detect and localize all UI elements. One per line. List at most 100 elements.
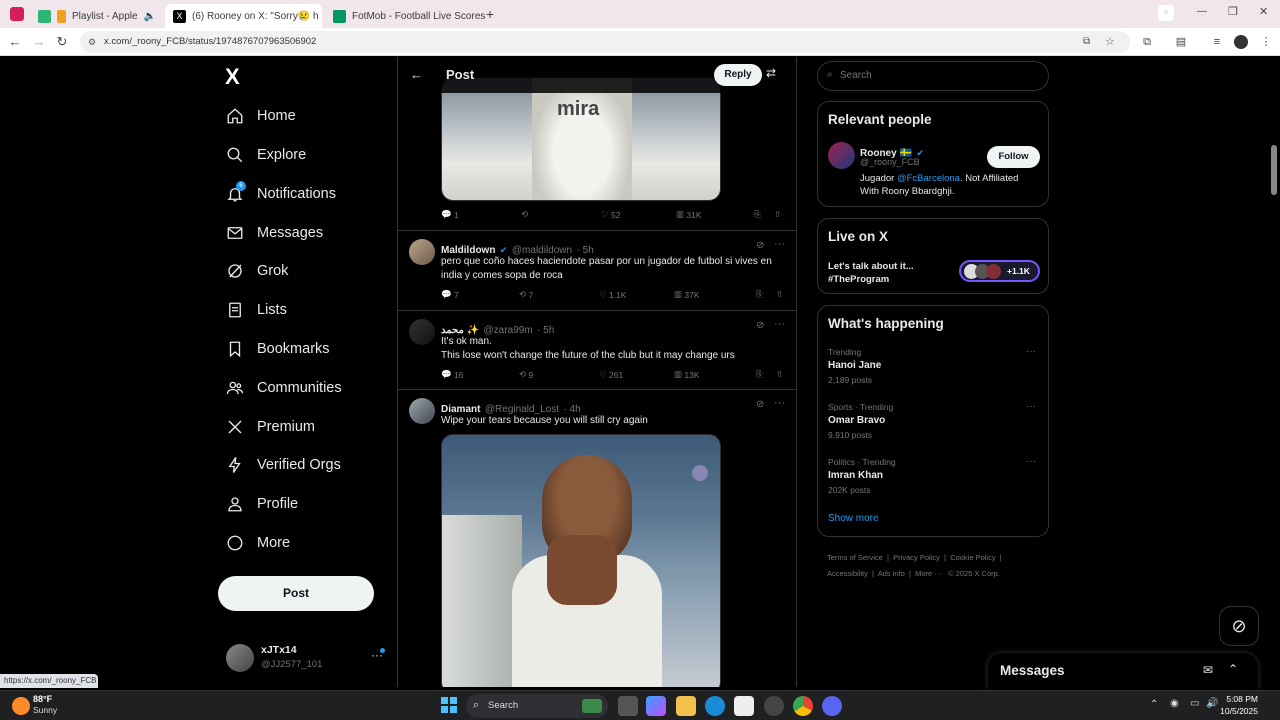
- expand-chevron-icon[interactable]: ⌃: [1228, 662, 1238, 676]
- bookmark-action[interactable]: ⎘: [754, 209, 774, 220]
- back-arrow-icon[interactable]: ←: [410, 67, 423, 82]
- bookmark-action[interactable]: ⎘: [756, 369, 776, 380]
- chatgpt-icon[interactable]: [764, 696, 784, 716]
- address-bar[interactable]: ⚙ x.com/_roony_FCB/status/19748767079635…: [80, 31, 1130, 53]
- file-explorer-icon[interactable]: [676, 696, 696, 716]
- views-action[interactable]: ▥ 31K: [676, 209, 754, 220]
- footer-link[interactable]: Privacy Policy: [893, 553, 940, 562]
- more-icon[interactable]: ···: [774, 238, 785, 250]
- taskbar-search[interactable]: ⌕ Search: [466, 694, 608, 718]
- back-button[interactable]: ←: [6, 33, 24, 51]
- nav-bookmarks[interactable]: Bookmarks: [225, 334, 330, 364]
- chrome-icon[interactable]: [793, 696, 813, 716]
- page-scrollbar[interactable]: [1268, 57, 1280, 690]
- reply-action[interactable]: 💬 7: [441, 289, 519, 300]
- search-box[interactable]: ⌕ Search: [817, 61, 1049, 91]
- live-space-hashtag[interactable]: #TheProgram: [828, 274, 889, 285]
- footer-link[interactable]: Cookie Policy: [950, 553, 995, 562]
- trend-item[interactable]: Trending Hanoi Jane 2,189 posts ···: [818, 344, 1048, 392]
- reply-action[interactable]: 💬 1: [441, 209, 521, 220]
- share-action[interactable]: ⇧: [776, 289, 783, 300]
- views-action[interactable]: ▥ 13K: [674, 369, 756, 380]
- follow-button[interactable]: Follow: [987, 146, 1040, 168]
- footer-link[interactable]: More ···: [915, 569, 942, 578]
- close-window-button[interactable]: ✕: [1259, 5, 1268, 18]
- user-avatar[interactable]: [409, 239, 435, 265]
- more-icon[interactable]: ···: [1026, 456, 1036, 467]
- repost-action[interactable]: ⟲: [521, 209, 601, 220]
- footer-link[interactable]: Accessibility: [827, 569, 868, 578]
- nav-lists[interactable]: Lists: [225, 295, 287, 325]
- person-avatar[interactable]: [828, 142, 855, 169]
- extensions-icon[interactable]: ⧉: [1139, 34, 1155, 50]
- profile-avatar[interactable]: [1234, 35, 1248, 49]
- discord-icon[interactable]: [822, 696, 842, 716]
- scrollbar-thumb[interactable]: [1271, 145, 1277, 195]
- clock-date[interactable]: 10/5/2025: [1220, 706, 1258, 716]
- copilot-icon[interactable]: [646, 696, 666, 716]
- like-action[interactable]: ♡ 1.1K: [599, 289, 674, 300]
- reply-tweet[interactable]: Maldildown ✔ @maldildown · 5h ⊘ ··· pero…: [398, 231, 796, 309]
- more-icon[interactable]: ···: [1026, 401, 1036, 412]
- close-tab-icon[interactable]: ✕: [319, 10, 322, 23]
- clock-time[interactable]: 5:08 PM: [1224, 694, 1258, 704]
- x-logo[interactable]: X: [225, 64, 240, 90]
- post-image[interactable]: [441, 434, 721, 687]
- user-avatar[interactable]: [409, 398, 435, 424]
- repost-action[interactable]: ⟲ 9: [519, 369, 599, 380]
- menu-icon[interactable]: ⋮: [1258, 34, 1274, 50]
- tab-x-post[interactable]: X (6) Rooney on X: "Sorry😢 h ✕: [165, 4, 322, 28]
- messages-drawer[interactable]: Messages ✉ ⌃: [988, 653, 1258, 690]
- new-message-icon[interactable]: ✉: [1203, 663, 1213, 677]
- account-switcher[interactable]: xJTx14 @JJ2577_101 ···: [226, 642, 391, 676]
- grok-floating-button[interactable]: ⊘: [1219, 606, 1259, 646]
- footer-link[interactable]: Terms of Service: [827, 553, 883, 562]
- reply-tweet[interactable]: Diamant @Reginald_Lost · 4h ⊘ ··· Wipe y…: [398, 390, 796, 687]
- browser-profile-icon[interactable]: [10, 7, 24, 21]
- live-participants[interactable]: +1.1K: [959, 260, 1040, 282]
- like-action[interactable]: ♡ 52: [601, 209, 676, 220]
- nav-profile[interactable]: Profile: [225, 489, 298, 519]
- nav-explore[interactable]: Explore: [225, 140, 306, 170]
- share-action[interactable]: ⇧: [774, 209, 781, 220]
- views-action[interactable]: ▥ 37K: [674, 289, 756, 300]
- sidebar-icon[interactable]: ▤: [1173, 34, 1189, 50]
- nav-notifications[interactable]: 6 Notifications: [225, 179, 336, 209]
- tab-apple-music[interactable]: Playlist - Apple 🔈 ✕: [30, 4, 162, 28]
- nav-premium[interactable]: Premium: [225, 412, 315, 442]
- nav-more[interactable]: More: [225, 528, 290, 558]
- show-more-link[interactable]: Show more: [828, 513, 879, 524]
- tray-app-icon[interactable]: ◉: [1170, 698, 1179, 709]
- reload-button[interactable]: ↻: [53, 33, 71, 51]
- edge-icon[interactable]: [705, 696, 725, 716]
- display-icon[interactable]: ▭: [1190, 698, 1199, 709]
- grok-icon[interactable]: ⊘: [756, 399, 764, 410]
- trend-item[interactable]: Politics · Trending Imran Khan 202K post…: [818, 454, 1048, 502]
- windows-start-icon[interactable]: [441, 697, 457, 713]
- bio-link[interactable]: @FcBarcelona: [897, 173, 960, 184]
- reply-button[interactable]: Reply: [714, 64, 762, 86]
- forward-button[interactable]: →: [30, 33, 48, 51]
- footer-link[interactable]: Ads info: [878, 569, 905, 578]
- volume-icon[interactable]: 🔊: [1206, 698, 1218, 709]
- grok-icon[interactable]: ⊘: [756, 240, 764, 251]
- user-avatar[interactable]: [409, 319, 435, 345]
- reading-list-icon[interactable]: ≡: [1209, 34, 1225, 50]
- share-action[interactable]: ⇧: [776, 369, 783, 380]
- nav-home[interactable]: Home: [225, 101, 296, 131]
- trend-item[interactable]: Sports · Trending Omar Bravo 9,910 posts…: [818, 399, 1048, 447]
- nav-verified-orgs[interactable]: Verified Orgs: [225, 450, 341, 480]
- sort-replies-icon[interactable]: ⇄: [766, 66, 776, 80]
- post-button[interactable]: Post: [218, 576, 374, 611]
- reply-tweet[interactable]: محمد ✨ @zara99m · 5h ⊘ ··· It's ok man. …: [398, 311, 796, 389]
- site-info-icon[interactable]: ⚙: [88, 31, 96, 53]
- gemini-icon[interactable]: ✦: [1158, 5, 1174, 21]
- minimize-button[interactable]: —: [1197, 6, 1207, 17]
- install-app-icon[interactable]: ⧉: [1083, 31, 1090, 53]
- tab-fotmob[interactable]: FotMob - Football Live Scores ✕: [325, 4, 485, 28]
- nav-grok[interactable]: Grok: [225, 256, 288, 286]
- weather-temp[interactable]: 88°F: [33, 694, 52, 704]
- tray-chevron-icon[interactable]: ⌃: [1150, 699, 1158, 710]
- nav-messages[interactable]: Messages: [225, 218, 323, 248]
- new-tab-button[interactable]: +: [486, 6, 494, 22]
